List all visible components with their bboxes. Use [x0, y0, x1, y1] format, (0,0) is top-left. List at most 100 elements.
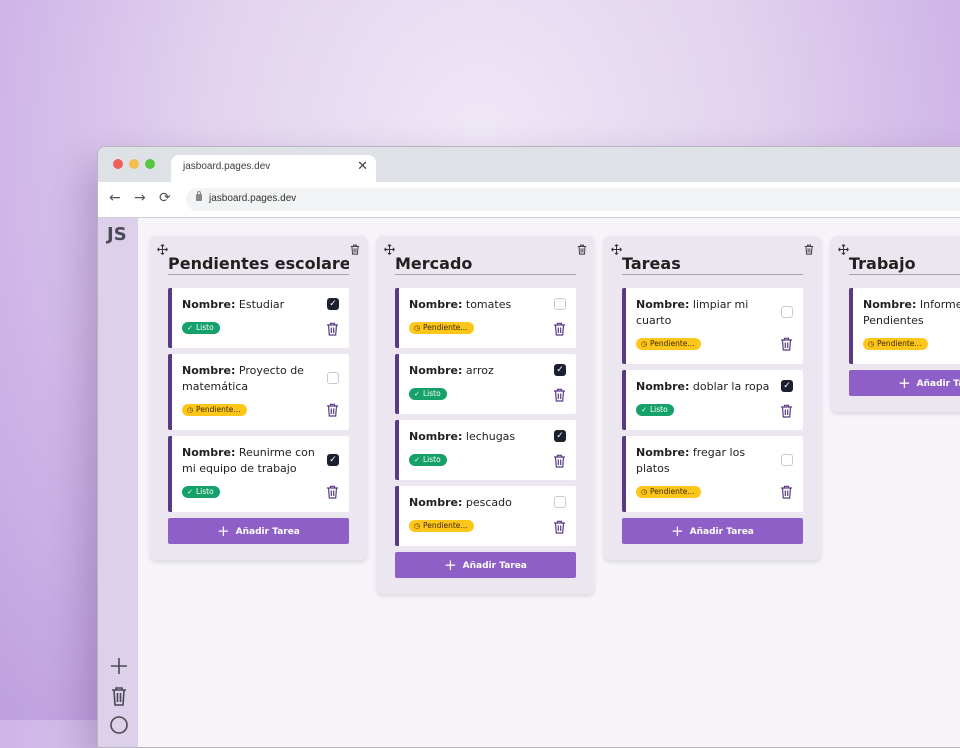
task-done-checkbox[interactable]: [554, 496, 566, 508]
add-task-label: Añadir Tarea: [689, 527, 754, 537]
delete-task-icon[interactable]: [553, 453, 566, 468]
check-icon: ✓: [641, 406, 647, 414]
clock-icon: ◷: [640, 340, 648, 348]
task-card[interactable]: Nombre: Proyecto de matemática ◷ Pendiente…: [168, 354, 349, 430]
task-name: Nombre: limpiar mi cuarto: [636, 298, 749, 327]
status-badge: ✓ Listo: [636, 404, 674, 416]
add-column-button[interactable]: [108, 655, 130, 677]
task-done-checkbox[interactable]: [554, 298, 566, 310]
delete-column-icon[interactable]: [350, 240, 360, 255]
maximize-window-button[interactable]: [145, 159, 155, 169]
status-badge: ✓ Listo: [182, 486, 220, 498]
task-card[interactable]: Nombre: doblar la ropa ✓ Listo ✓: [622, 370, 803, 430]
check-icon: ✓: [414, 390, 420, 398]
task-name: Nombre: Proyecto de matemática: [182, 364, 304, 393]
delete-task-icon[interactable]: [326, 484, 339, 499]
task-done-checkbox[interactable]: ✓: [781, 380, 793, 392]
delete-column-icon[interactable]: [577, 240, 587, 255]
column-title[interactable]: Tareas: [622, 254, 803, 275]
task-card[interactable]: Nombre: arroz ✓ Listo ✓: [395, 354, 576, 414]
task-done-checkbox[interactable]: ✓: [554, 430, 566, 442]
clock-icon: ◷: [867, 340, 875, 348]
drag-column-icon[interactable]: [838, 240, 849, 255]
status-badge: ✓ Listo: [182, 322, 220, 334]
app-area: JS Pendientes escolares Nombre: Estudiar ✓…: [98, 218, 960, 747]
task-done-checkbox[interactable]: ✓: [327, 454, 339, 466]
clock-icon: ◷: [413, 324, 421, 332]
task-done-checkbox[interactable]: ✓: [327, 298, 339, 310]
task-card[interactable]: Nombre: limpiar mi cuarto ◷ Pendiente...: [622, 288, 803, 364]
status-badge: ◷ Pendiente...: [182, 404, 247, 416]
clock-icon: ◷: [413, 522, 421, 530]
status-badge: ◷ Pendiente...: [409, 322, 474, 334]
column-title[interactable]: Trabajo: [849, 254, 960, 275]
forward-icon[interactable]: →: [134, 190, 146, 206]
column: Mercado Nombre: tomates ◷ Pendiente... Nombr…: [377, 236, 594, 594]
reload-icon[interactable]: ⟳: [159, 190, 171, 206]
task-name: Nombre: doblar la ropa: [636, 380, 770, 393]
task-card[interactable]: Nombre: Informes Pendientes ◷Pendiente...: [849, 288, 960, 364]
column-title[interactable]: Mercado: [395, 254, 576, 275]
delete-task-icon[interactable]: [326, 321, 339, 336]
delete-task-icon[interactable]: [326, 402, 339, 417]
delete-all-button[interactable]: [108, 685, 130, 707]
task-name-label: Nombre:: [409, 298, 463, 311]
add-task-button[interactable]: + Añadir Tarea: [395, 552, 576, 578]
task-card[interactable]: Nombre: tomates ◷ Pendiente...: [395, 288, 576, 348]
browser-titlebar: jasboard.pages.dev ✕: [98, 147, 960, 182]
add-task-label: Añadir Tarea: [235, 527, 300, 537]
status-badge: ◷ Pendiente...: [636, 338, 701, 350]
task-name-label: Nombre:: [409, 496, 463, 509]
status-badge: ◷ Pendiente...: [409, 520, 474, 532]
delete-task-icon[interactable]: [780, 403, 793, 418]
close-window-button[interactable]: [113, 159, 123, 169]
task-done-checkbox[interactable]: [781, 306, 793, 318]
app-logo: JS: [107, 224, 127, 245]
status-badge: ◷ Pendiente...: [863, 338, 928, 350]
task-done-checkbox[interactable]: ✓: [554, 364, 566, 376]
task-card[interactable]: Nombre: Reunirme con mi equipo de trabaj…: [168, 436, 349, 512]
add-task-button[interactable]: + Añadir Tarea: [168, 518, 349, 544]
plus-icon: +: [671, 522, 684, 540]
task-name: Nombre: Reunirme con mi equipo de trabaj…: [182, 446, 315, 475]
add-task-button[interactable]: + Añadir Tarea: [622, 518, 803, 544]
task-name-label: Nombre:: [863, 298, 917, 311]
tab-close-icon[interactable]: ✕: [357, 159, 368, 174]
task-done-checkbox[interactable]: [327, 372, 339, 384]
browser-window: jasboard.pages.dev ✕ ← → ⟳ jasboard.page…: [97, 146, 960, 748]
task-name: Nombre: lechugas: [409, 430, 516, 443]
task-name: Nombre: fregar los platos: [636, 446, 746, 475]
delete-task-icon[interactable]: [553, 519, 566, 534]
browser-tab[interactable]: jasboard.pages.dev ✕: [171, 155, 376, 182]
task-name-label: Nombre:: [182, 298, 236, 311]
status-badge: ✓ Listo: [409, 388, 447, 400]
add-task-label: Añadir Tarea: [916, 379, 960, 389]
task-name: Nombre: Informes Pendientes: [863, 298, 960, 327]
delete-task-icon[interactable]: [780, 484, 793, 499]
drag-column-icon[interactable]: [384, 240, 395, 255]
task-card[interactable]: Nombre: fregar los platos ◷ Pendiente...: [622, 436, 803, 512]
back-icon[interactable]: ←: [109, 190, 121, 206]
lock-icon: [196, 191, 202, 201]
delete-task-icon[interactable]: [553, 387, 566, 402]
delete-task-icon[interactable]: [553, 321, 566, 336]
drag-column-icon[interactable]: [611, 240, 622, 255]
delete-column-icon[interactable]: [804, 240, 814, 255]
column-title[interactable]: Pendientes escolares: [168, 254, 349, 275]
trash-icon: [112, 687, 126, 706]
address-bar[interactable]: jasboard.pages.dev: [186, 188, 960, 211]
task-card[interactable]: Nombre: lechugas ✓ Listo ✓: [395, 420, 576, 480]
add-task-button[interactable]: + Añadir Tarea: [849, 370, 960, 396]
drag-column-icon[interactable]: [157, 240, 168, 255]
task-card[interactable]: Nombre: Estudiar ✓ Listo ✓: [168, 288, 349, 348]
task-done-checkbox[interactable]: [781, 454, 793, 466]
column: Trabajo Nombre: Informes Pendientes ◷Pendi…: [831, 236, 960, 412]
status-badge: ✓ Listo: [409, 454, 447, 466]
help-button[interactable]: [108, 714, 130, 736]
task-name-label: Nombre:: [636, 380, 690, 393]
tab-title: jasboard.pages.dev: [183, 161, 271, 172]
delete-task-icon[interactable]: [780, 336, 793, 351]
task-card[interactable]: Nombre: pescado ◷ Pendiente...: [395, 486, 576, 546]
minimize-window-button[interactable]: [129, 159, 139, 169]
help-icon: [110, 716, 128, 734]
